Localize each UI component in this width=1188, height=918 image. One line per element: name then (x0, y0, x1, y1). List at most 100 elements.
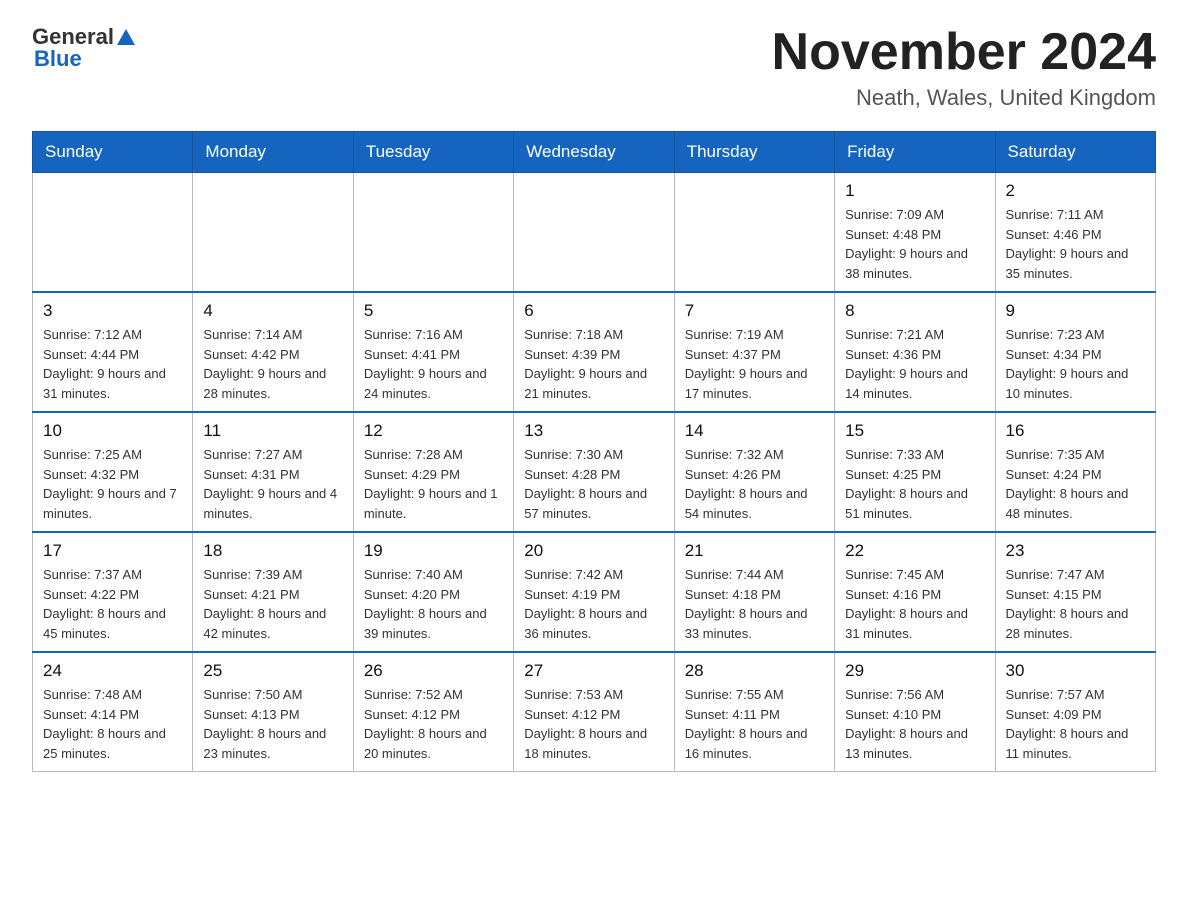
day-info-15: Sunrise: 7:33 AM Sunset: 4:25 PM Dayligh… (845, 445, 984, 523)
calendar-cell-2-3: 13 Sunrise: 7:30 AM Sunset: 4:28 PM Dayli… (514, 412, 674, 532)
day-number-20: 20 (524, 541, 663, 561)
calendar-cell-2-6: 16 Sunrise: 7:35 AM Sunset: 4:24 PM Dayli… (995, 412, 1155, 532)
day-info-12: Sunrise: 7:28 AM Sunset: 4:29 PM Dayligh… (364, 445, 503, 523)
day-number-16: 16 (1006, 421, 1145, 441)
day-number-5: 5 (364, 301, 503, 321)
calendar-cell-4-4: 28 Sunrise: 7:55 AM Sunset: 4:11 PM Dayli… (674, 652, 834, 772)
day-number-15: 15 (845, 421, 984, 441)
day-number-25: 25 (203, 661, 342, 681)
day-number-10: 10 (43, 421, 182, 441)
day-info-5: Sunrise: 7:16 AM Sunset: 4:41 PM Dayligh… (364, 325, 503, 403)
day-info-11: Sunrise: 7:27 AM Sunset: 4:31 PM Dayligh… (203, 445, 342, 523)
day-info-29: Sunrise: 7:56 AM Sunset: 4:10 PM Dayligh… (845, 685, 984, 763)
day-info-1: Sunrise: 7:09 AM Sunset: 4:48 PM Dayligh… (845, 205, 984, 283)
day-info-24: Sunrise: 7:48 AM Sunset: 4:14 PM Dayligh… (43, 685, 182, 763)
calendar-cell-1-1: 4 Sunrise: 7:14 AM Sunset: 4:42 PM Daylig… (193, 292, 353, 412)
day-number-13: 13 (524, 421, 663, 441)
calendar-cell-2-2: 12 Sunrise: 7:28 AM Sunset: 4:29 PM Dayli… (353, 412, 513, 532)
day-info-13: Sunrise: 7:30 AM Sunset: 4:28 PM Dayligh… (524, 445, 663, 523)
day-info-7: Sunrise: 7:19 AM Sunset: 4:37 PM Dayligh… (685, 325, 824, 403)
day-info-27: Sunrise: 7:53 AM Sunset: 4:12 PM Dayligh… (524, 685, 663, 763)
calendar-cell-0-6: 2 Sunrise: 7:11 AM Sunset: 4:46 PM Daylig… (995, 173, 1155, 293)
calendar-cell-4-0: 24 Sunrise: 7:48 AM Sunset: 4:14 PM Dayli… (33, 652, 193, 772)
day-info-25: Sunrise: 7:50 AM Sunset: 4:13 PM Dayligh… (203, 685, 342, 763)
day-info-2: Sunrise: 7:11 AM Sunset: 4:46 PM Dayligh… (1006, 205, 1145, 283)
week-row-2: 10 Sunrise: 7:25 AM Sunset: 4:32 PM Dayli… (33, 412, 1156, 532)
day-number-19: 19 (364, 541, 503, 561)
day-info-10: Sunrise: 7:25 AM Sunset: 4:32 PM Dayligh… (43, 445, 182, 523)
day-number-28: 28 (685, 661, 824, 681)
calendar-cell-1-0: 3 Sunrise: 7:12 AM Sunset: 4:44 PM Daylig… (33, 292, 193, 412)
week-row-0: 1Sunrise: 7:09 AM Sunset: 4:48 PM Daylig… (33, 173, 1156, 293)
calendar-cell-1-4: 7Sunrise: 7:19 AM Sunset: 4:37 PM Daylig… (674, 292, 834, 412)
calendar-cell-3-4: 21 Sunrise: 7:44 AM Sunset: 4:18 PM Dayli… (674, 532, 834, 652)
title-block: November 2024 Neath, Wales, United Kingd… (772, 24, 1156, 111)
day-number-30: 30 (1006, 661, 1145, 681)
calendar-cell-4-5: 29 Sunrise: 7:56 AM Sunset: 4:10 PM Dayli… (835, 652, 995, 772)
day-info-3: Sunrise: 7:12 AM Sunset: 4:44 PM Dayligh… (43, 325, 182, 403)
day-number-24: 24 (43, 661, 182, 681)
calendar-cell-4-3: 27 Sunrise: 7:53 AM Sunset: 4:12 PM Dayli… (514, 652, 674, 772)
day-number-9: 9 (1006, 301, 1145, 321)
day-number-26: 26 (364, 661, 503, 681)
day-number-4: 4 (203, 301, 342, 321)
calendar-cell-0-0 (33, 173, 193, 293)
calendar-cell-4-1: 25 Sunrise: 7:50 AM Sunset: 4:13 PM Dayli… (193, 652, 353, 772)
header-saturday: Saturday (995, 132, 1155, 173)
day-info-28: Sunrise: 7:55 AM Sunset: 4:11 PM Dayligh… (685, 685, 824, 763)
day-info-14: Sunrise: 7:32 AM Sunset: 4:26 PM Dayligh… (685, 445, 824, 523)
calendar-cell-1-6: 9 Sunrise: 7:23 AM Sunset: 4:34 PM Daylig… (995, 292, 1155, 412)
location-title: Neath, Wales, United Kingdom (772, 85, 1156, 111)
calendar-cell-2-1: 11 Sunrise: 7:27 AM Sunset: 4:31 PM Dayli… (193, 412, 353, 532)
day-info-6: Sunrise: 7:18 AM Sunset: 4:39 PM Dayligh… (524, 325, 663, 403)
header-wednesday: Wednesday (514, 132, 674, 173)
day-info-22: Sunrise: 7:45 AM Sunset: 4:16 PM Dayligh… (845, 565, 984, 643)
header-sunday: Sunday (33, 132, 193, 173)
day-info-17: Sunrise: 7:37 AM Sunset: 4:22 PM Dayligh… (43, 565, 182, 643)
calendar-cell-0-4 (674, 173, 834, 293)
day-number-2: 2 (1006, 181, 1145, 201)
header-friday: Friday (835, 132, 995, 173)
weekday-header-row: SundayMondayTuesdayWednesdayThursdayFrid… (33, 132, 1156, 173)
calendar-cell-3-1: 18 Sunrise: 7:39 AM Sunset: 4:21 PM Dayli… (193, 532, 353, 652)
header-monday: Monday (193, 132, 353, 173)
header-thursday: Thursday (674, 132, 834, 173)
week-row-4: 24 Sunrise: 7:48 AM Sunset: 4:14 PM Dayli… (33, 652, 1156, 772)
day-number-27: 27 (524, 661, 663, 681)
logo-blue-text: Blue (34, 46, 82, 72)
day-info-23: Sunrise: 7:47 AM Sunset: 4:15 PM Dayligh… (1006, 565, 1145, 643)
day-number-3: 3 (43, 301, 182, 321)
day-number-21: 21 (685, 541, 824, 561)
calendar-table: SundayMondayTuesdayWednesdayThursdayFrid… (32, 131, 1156, 772)
day-number-29: 29 (845, 661, 984, 681)
day-info-26: Sunrise: 7:52 AM Sunset: 4:12 PM Dayligh… (364, 685, 503, 763)
calendar-cell-1-3: 6 Sunrise: 7:18 AM Sunset: 4:39 PM Daylig… (514, 292, 674, 412)
calendar-cell-3-3: 20 Sunrise: 7:42 AM Sunset: 4:19 PM Dayli… (514, 532, 674, 652)
day-number-12: 12 (364, 421, 503, 441)
calendar-cell-4-6: 30Sunrise: 7:57 AM Sunset: 4:09 PM Dayli… (995, 652, 1155, 772)
week-row-1: 3 Sunrise: 7:12 AM Sunset: 4:44 PM Daylig… (33, 292, 1156, 412)
day-info-8: Sunrise: 7:21 AM Sunset: 4:36 PM Dayligh… (845, 325, 984, 403)
day-info-19: Sunrise: 7:40 AM Sunset: 4:20 PM Dayligh… (364, 565, 503, 643)
day-info-9: Sunrise: 7:23 AM Sunset: 4:34 PM Dayligh… (1006, 325, 1145, 403)
calendar-cell-1-2: 5 Sunrise: 7:16 AM Sunset: 4:41 PM Daylig… (353, 292, 513, 412)
logo: General Blue (32, 24, 137, 72)
header-tuesday: Tuesday (353, 132, 513, 173)
day-info-4: Sunrise: 7:14 AM Sunset: 4:42 PM Dayligh… (203, 325, 342, 403)
day-info-20: Sunrise: 7:42 AM Sunset: 4:19 PM Dayligh… (524, 565, 663, 643)
day-number-6: 6 (524, 301, 663, 321)
calendar-cell-1-5: 8Sunrise: 7:21 AM Sunset: 4:36 PM Daylig… (835, 292, 995, 412)
day-number-18: 18 (203, 541, 342, 561)
calendar-cell-2-0: 10 Sunrise: 7:25 AM Sunset: 4:32 PM Dayli… (33, 412, 193, 532)
day-number-17: 17 (43, 541, 182, 561)
day-number-14: 14 (685, 421, 824, 441)
calendar-cell-3-0: 17 Sunrise: 7:37 AM Sunset: 4:22 PM Dayli… (33, 532, 193, 652)
day-info-18: Sunrise: 7:39 AM Sunset: 4:21 PM Dayligh… (203, 565, 342, 643)
day-number-22: 22 (845, 541, 984, 561)
day-number-11: 11 (203, 421, 342, 441)
week-row-3: 17 Sunrise: 7:37 AM Sunset: 4:22 PM Dayli… (33, 532, 1156, 652)
day-info-21: Sunrise: 7:44 AM Sunset: 4:18 PM Dayligh… (685, 565, 824, 643)
day-info-16: Sunrise: 7:35 AM Sunset: 4:24 PM Dayligh… (1006, 445, 1145, 523)
calendar-cell-3-5: 22 Sunrise: 7:45 AM Sunset: 4:16 PM Dayli… (835, 532, 995, 652)
calendar-cell-3-6: 23Sunrise: 7:47 AM Sunset: 4:15 PM Dayli… (995, 532, 1155, 652)
